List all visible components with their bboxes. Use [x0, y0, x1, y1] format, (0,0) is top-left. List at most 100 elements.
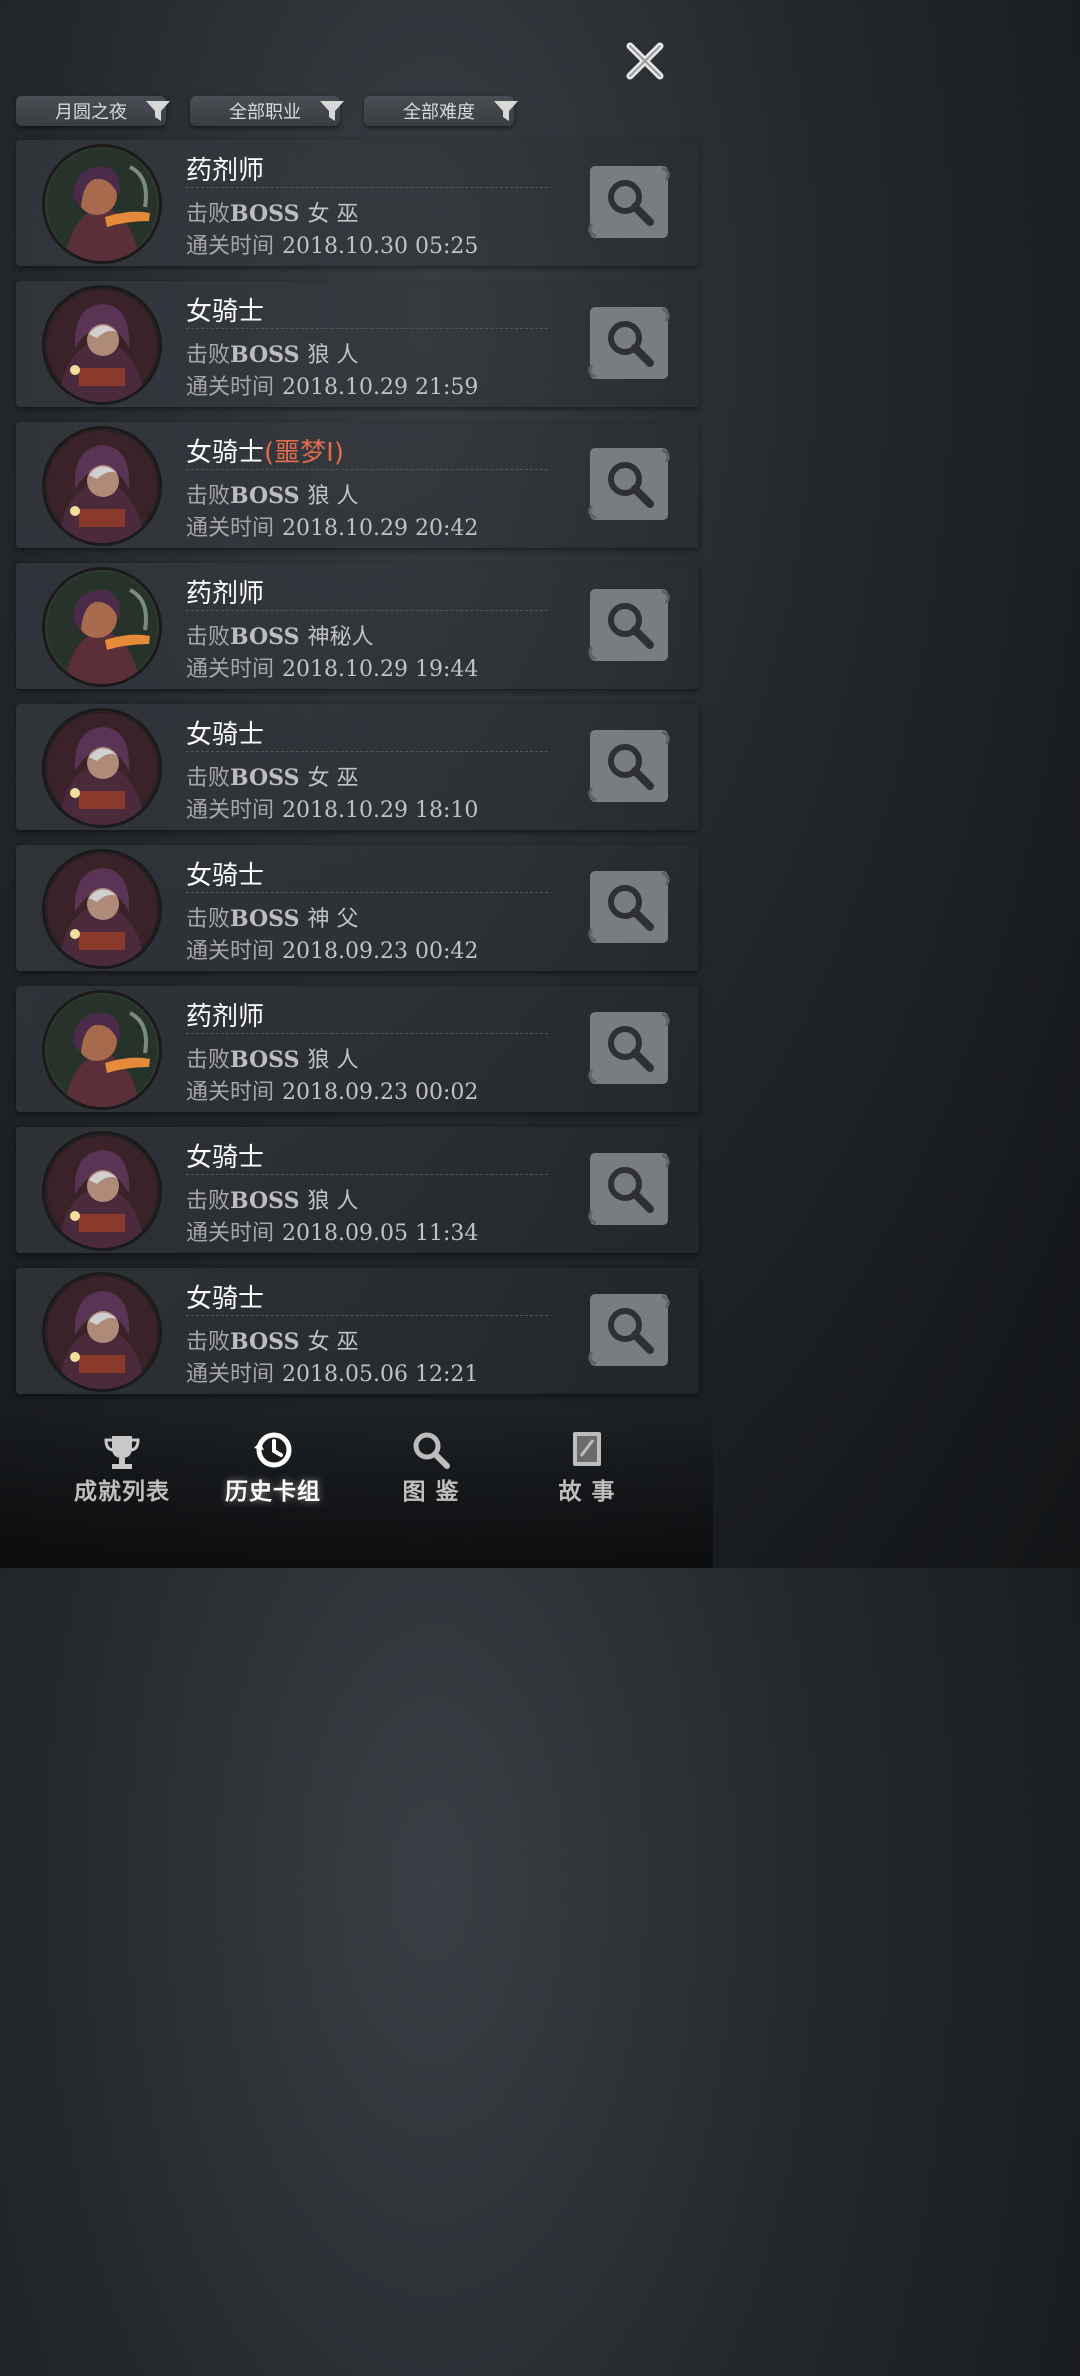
clear-time-value: 2018.05.06 12:21: [282, 1362, 479, 1387]
close-icon: [626, 42, 664, 80]
boss-line: 击败BOSS 女 巫: [186, 1324, 358, 1356]
view-deck-button[interactable]: [588, 867, 670, 947]
filter-mode[interactable]: 月圆之夜: [16, 96, 170, 126]
view-deck-button[interactable]: [588, 444, 670, 524]
character-avatar: [42, 708, 162, 828]
nav-tab-0[interactable]: 成就列表: [47, 1430, 197, 1506]
clear-time-line: 通关时间 2018.09.23 00:42: [186, 933, 478, 965]
defeat-label: 击败: [186, 1189, 231, 1214]
boss-word: BOSS: [230, 342, 300, 368]
view-deck-button[interactable]: [588, 162, 670, 242]
boss-line: 击败BOSS 女 巫: [186, 196, 358, 228]
divider: [186, 892, 548, 893]
history-icon: [198, 1430, 348, 1470]
view-deck-button[interactable]: [588, 1008, 670, 1088]
boss-word: BOSS: [230, 483, 300, 509]
defeat-label: 击败: [186, 625, 231, 650]
history-record-row[interactable]: 药剂师 击败BOSS 女 巫 通关时间 2018.10.30 05:25: [16, 140, 699, 266]
boss-word: BOSS: [230, 1188, 300, 1214]
view-deck-button[interactable]: [588, 1290, 670, 1370]
filter-difficulty[interactable]: 全部难度: [364, 96, 518, 126]
history-record-row[interactable]: 女骑士 击败BOSS 狼 人 通关时间 2018.10.29 21:59: [16, 281, 699, 407]
filter-difficulty-label: 全部难度: [403, 102, 475, 123]
divider: [186, 610, 548, 611]
clear-time-line: 通关时间 2018.05.06 12:21: [186, 1356, 478, 1388]
clear-time-value: 2018.09.05 11:34: [282, 1221, 479, 1246]
filter-class-label: 全部职业: [229, 102, 301, 123]
book-icon: [512, 1430, 662, 1470]
boss-line: 击败BOSS 狼 人: [186, 1042, 358, 1074]
character-avatar: [42, 285, 162, 405]
nav-tab-1[interactable]: 历史卡组: [198, 1430, 348, 1506]
history-record-row[interactable]: 女骑士 击败BOSS 神 父 通关时间 2018.09.23 00:42: [16, 845, 699, 971]
filter-bar: 月圆之夜 全部职业 全部难度: [16, 96, 536, 128]
clear-time-value: 2018.09.23 00:42: [282, 939, 479, 964]
view-deck-button[interactable]: [588, 726, 670, 806]
history-record-row[interactable]: 药剂师 击败BOSS 神秘人 通关时间 2018.10.29 19:44: [16, 563, 699, 689]
character-name-text: 药剂师: [186, 1002, 265, 1032]
boss-word: BOSS: [230, 906, 300, 932]
history-record-row[interactable]: 药剂师 击败BOSS 狼 人 通关时间 2018.09.23 00:02: [16, 986, 699, 1112]
difficulty-tag: (噩梦I): [264, 438, 344, 468]
defeat-label: 击败: [186, 1330, 231, 1355]
view-deck-button[interactable]: [588, 585, 670, 665]
nav-tab-label: 成就列表: [74, 1479, 170, 1505]
boss-line: 击败BOSS 女 巫: [186, 760, 358, 792]
bottom-nav: 成就列表 历史卡组 图 鉴 故 事: [0, 1410, 713, 1568]
history-record-row[interactable]: 女骑士(噩梦I) 击败BOSS 狼 人 通关时间 2018.10.29 20:42: [16, 422, 699, 548]
boss-line: 击败BOSS 狼 人: [186, 1183, 358, 1215]
clear-time-label: 通关时间: [186, 1221, 275, 1246]
boss-line: 击败BOSS 狼 人: [186, 337, 358, 369]
clear-time-label: 通关时间: [186, 939, 275, 964]
nav-tab-3[interactable]: 故 事: [512, 1430, 662, 1506]
character-avatar: [42, 849, 162, 969]
magnifier-icon: [588, 589, 670, 669]
character-avatar: [42, 144, 162, 264]
nav-tab-2[interactable]: 图 鉴: [356, 1430, 506, 1506]
boss-name: 神 父: [307, 907, 359, 932]
boss-name: 女 巫: [307, 202, 359, 227]
boss-line: 击败BOSS 神秘人: [186, 619, 374, 651]
divider: [186, 1315, 548, 1316]
magnifier-icon: [588, 730, 670, 810]
boss-name: 狼 人: [307, 484, 359, 509]
close-button[interactable]: [624, 40, 666, 82]
boss-word: BOSS: [230, 1047, 300, 1073]
history-record-row[interactable]: 女骑士 击败BOSS 狼 人 通关时间 2018.09.05 11:34: [16, 1127, 699, 1253]
clear-time-label: 通关时间: [186, 657, 275, 682]
view-deck-button[interactable]: [588, 303, 670, 383]
divider: [186, 328, 548, 329]
history-record-row[interactable]: 女骑士 击败BOSS 女 巫 通关时间 2018.10.29 18:10: [16, 704, 699, 830]
magnifier-icon: [356, 1430, 506, 1470]
nav-tab-label: 图 鉴: [402, 1479, 460, 1505]
clear-time-line: 通关时间 2018.09.05 11:34: [186, 1215, 478, 1247]
funnel-icon: [494, 101, 518, 121]
magnifier-icon: [588, 1153, 670, 1233]
character-name: 女骑士: [186, 1137, 264, 1174]
divider: [186, 1033, 548, 1034]
defeat-label: 击败: [186, 907, 231, 932]
magnifier-icon: [588, 1012, 670, 1092]
defeat-label: 击败: [186, 766, 231, 791]
defeat-label: 击败: [186, 1048, 231, 1073]
character-name: 药剂师: [186, 150, 264, 187]
divider: [186, 187, 548, 188]
boss-name: 女 巫: [307, 766, 359, 791]
filter-class[interactable]: 全部职业: [190, 96, 344, 126]
character-name-text: 药剂师: [186, 579, 265, 609]
magnifier-icon: [588, 1294, 670, 1374]
clear-time-line: 通关时间 2018.10.30 05:25: [186, 228, 478, 260]
clear-time-line: 通关时间 2018.10.29 19:44: [186, 651, 478, 683]
clear-time-line: 通关时间 2018.10.29 20:42: [186, 510, 478, 542]
clear-time-line: 通关时间 2018.10.29 21:59: [186, 369, 478, 401]
character-name: 女骑士: [186, 1278, 264, 1315]
nav-tab-label: 历史卡组: [225, 1479, 321, 1505]
character-name-text: 女骑士: [186, 1284, 265, 1314]
view-deck-button[interactable]: [588, 1149, 670, 1229]
boss-word: BOSS: [230, 765, 300, 791]
history-record-row[interactable]: 女骑士 击败BOSS 女 巫 通关时间 2018.05.06 12:21: [16, 1268, 699, 1394]
magnifier-icon: [588, 871, 670, 951]
magnifier-icon: [588, 166, 670, 246]
boss-line: 击败BOSS 神 父: [186, 901, 358, 933]
character-name: 药剂师: [186, 996, 264, 1033]
